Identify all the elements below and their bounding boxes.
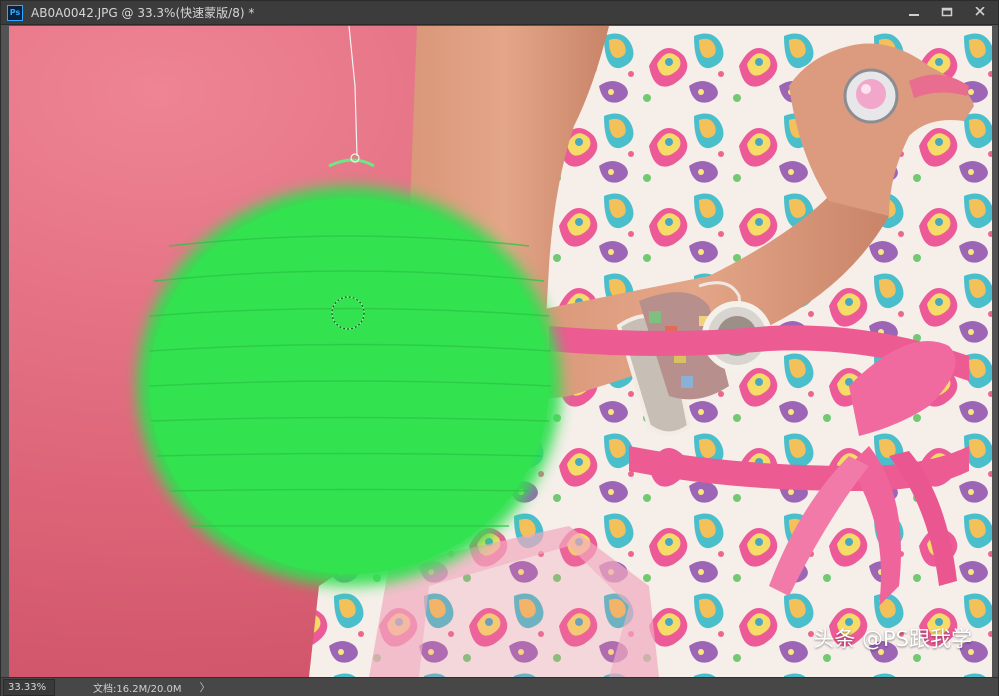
document-size-info: 文档:16.2M/20.0M	[93, 683, 182, 695]
document-window: Ps AB0A0042.JPG @ 33.3%(快速蒙版/8) * 头条 @PS…	[0, 0, 999, 696]
photoshop-app-icon: Ps	[7, 4, 23, 21]
minimize-button[interactable]	[898, 2, 930, 22]
window-controls	[897, 2, 996, 22]
status-menu-arrow-icon[interactable]: 〉	[200, 679, 211, 695]
status-bar: 33.33% 文档:16.2M/20.0M 〉	[1, 677, 998, 696]
zoom-level-field[interactable]: 33.33%	[3, 678, 55, 696]
close-button[interactable]	[964, 2, 996, 22]
image-canvas[interactable]: 头条 @PS跟我学	[9, 26, 992, 677]
close-icon	[975, 7, 985, 16]
restore-button[interactable]	[931, 2, 963, 22]
photo-artwork	[9, 26, 992, 677]
watermark-text: 头条 @PS跟我学	[813, 627, 972, 651]
restore-icon	[941, 7, 953, 17]
document-tab-title[interactable]: AB0A0042.JPG @ 33.3%(快速蒙版/8) *	[31, 4, 254, 21]
minimize-icon	[909, 14, 919, 16]
title-bar[interactable]: Ps AB0A0042.JPG @ 33.3%(快速蒙版/8) *	[1, 1, 998, 25]
